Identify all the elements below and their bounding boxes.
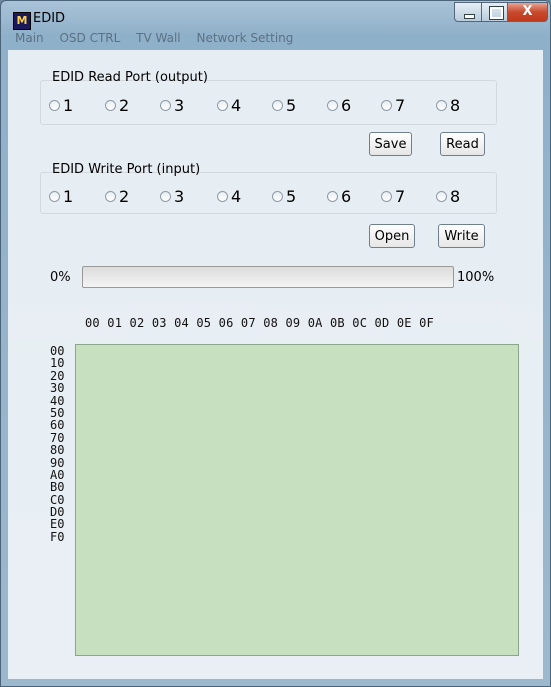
window-title: EDID <box>33 11 66 26</box>
write-port-radio-2[interactable]: 2 <box>105 187 129 206</box>
radio-icon <box>217 100 228 111</box>
hex-row-label: 30 <box>50 381 65 396</box>
read-port-label: EDID Read Port (output) <box>52 70 208 85</box>
radio-icon <box>160 191 171 202</box>
hex-column-header: 00 01 02 03 04 05 06 07 08 09 0A 0B 0C 0… <box>85 316 434 330</box>
write-port-radio-3[interactable]: 3 <box>160 187 184 206</box>
progress-max-label: 100% <box>457 270 495 285</box>
radio-icon <box>327 191 338 202</box>
radio-icon <box>381 191 392 202</box>
radio-icon <box>105 100 116 111</box>
write-port-radio-8[interactable]: 8 <box>436 187 460 206</box>
hex-row-label: 10 <box>50 356 65 371</box>
read-port-radio-2[interactable]: 2 <box>105 96 129 115</box>
close-button[interactable]: X <box>507 2 548 22</box>
read-port-radio-5[interactable]: 5 <box>272 96 296 115</box>
open-button[interactable]: Open <box>369 224 415 248</box>
hex-row-label: F0 <box>50 529 65 544</box>
hex-row-label: E0 <box>50 517 65 532</box>
write-port-radio-1[interactable]: 1 <box>49 187 73 206</box>
read-port-radio-1[interactable]: 1 <box>49 96 73 115</box>
close-icon: X <box>522 4 533 19</box>
read-port-radio-8[interactable]: 8 <box>436 96 460 115</box>
radio-icon <box>272 100 283 111</box>
ghost-tab-network: Network Setting <box>196 31 294 45</box>
save-button[interactable]: Save <box>369 132 412 156</box>
radio-icon <box>49 100 60 111</box>
read-button[interactable]: Read <box>440 132 485 156</box>
radio-icon <box>381 100 392 111</box>
radio-icon <box>272 191 283 202</box>
write-port-radio-7[interactable]: 7 <box>381 187 405 206</box>
hex-row-label: 60 <box>50 418 65 433</box>
minimize-button[interactable] <box>454 2 482 22</box>
write-port-radio-5[interactable]: 5 <box>272 187 296 206</box>
radio-icon <box>436 191 447 202</box>
maximize-button[interactable] <box>481 2 508 22</box>
write-port-radio-4[interactable]: 4 <box>217 187 241 206</box>
progress-bar <box>82 266 454 288</box>
read-port-radio-4[interactable]: 4 <box>217 96 241 115</box>
hex-row-labels: 00 10 20 30 40 50 60 70 80 90 A0 B0 C0 D… <box>50 345 65 544</box>
background-tabs: Main OSD CTRL TV Wall Network Setting <box>15 31 305 45</box>
hex-row-label: 80 <box>50 443 65 458</box>
write-port-radio-6[interactable]: 6 <box>327 187 351 206</box>
progress-min-label: 0% <box>50 270 71 285</box>
radio-icon <box>49 191 60 202</box>
radio-icon <box>160 100 171 111</box>
edid-hex-data-area[interactable] <box>75 344 519 656</box>
hex-row-label: B0 <box>50 480 65 495</box>
read-port-radio-6[interactable]: 6 <box>327 96 351 115</box>
ghost-tab-osd: OSD CTRL <box>59 31 121 45</box>
radio-icon <box>217 191 228 202</box>
radio-icon <box>105 191 116 202</box>
write-button[interactable]: Write <box>438 224 485 248</box>
ghost-tab-main: Main <box>15 31 44 45</box>
radio-icon <box>327 100 338 111</box>
ghost-tab-tvwall: TV Wall <box>136 31 181 45</box>
read-port-radio-7[interactable]: 7 <box>381 96 405 115</box>
write-port-label: EDID Write Port (input) <box>52 162 201 177</box>
title-bar[interactable]: M EDID X <box>1 1 550 35</box>
app-icon: M <box>13 12 31 30</box>
radio-icon <box>436 100 447 111</box>
read-port-radio-3[interactable]: 3 <box>160 96 184 115</box>
